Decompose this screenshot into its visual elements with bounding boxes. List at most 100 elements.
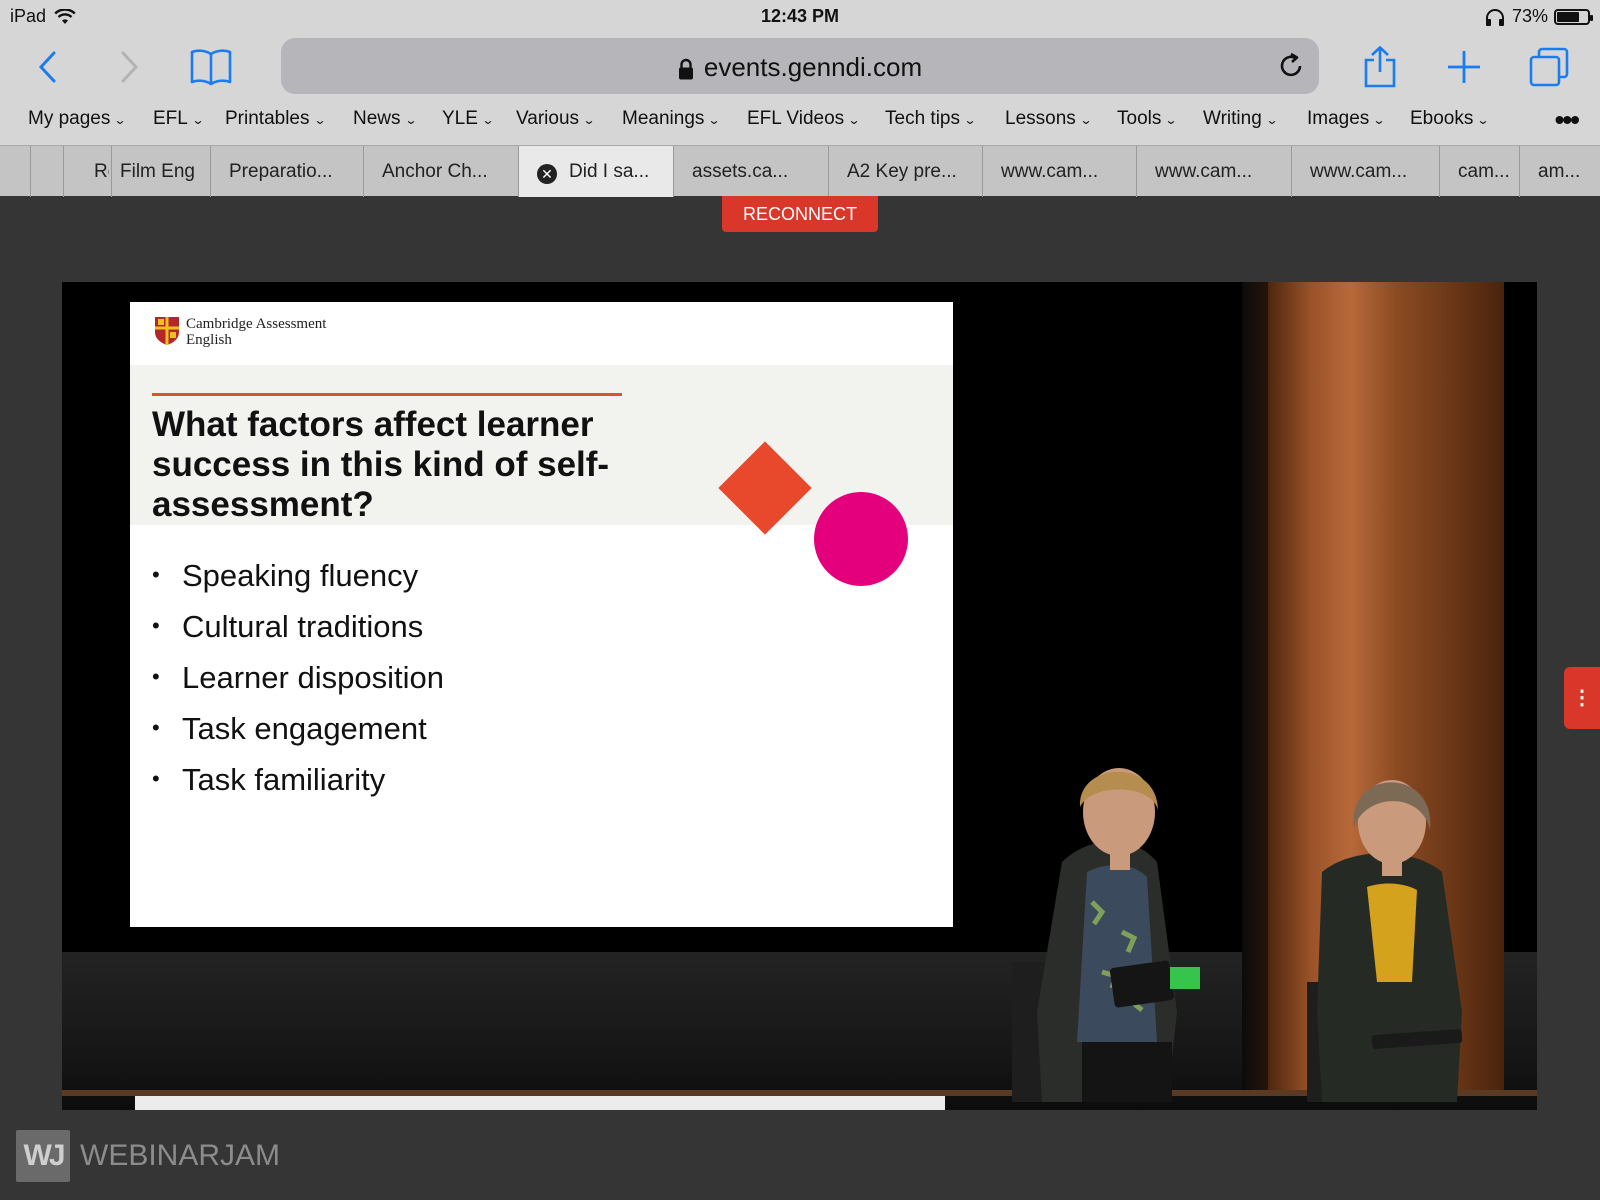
slide-bullet: • Task familiarity bbox=[152, 754, 444, 805]
chevron-down-icon: ⌄ bbox=[191, 113, 205, 127]
slide-bullet: • Cultural traditions bbox=[152, 601, 444, 652]
bookmark-yle[interactable]: YLE ⌄ bbox=[442, 108, 494, 130]
tab-label: A2 Key pre... bbox=[847, 161, 957, 182]
headphones-icon bbox=[1485, 8, 1504, 26]
bookmark-ebooks[interactable]: Ebooks ⌄ bbox=[1410, 108, 1490, 130]
tab-label: am... bbox=[1538, 161, 1581, 182]
more-bookmarks-icon[interactable]: ••• bbox=[1555, 104, 1580, 136]
tab-label: www.cam... bbox=[1155, 161, 1253, 182]
tab[interactable]: www.cam... bbox=[1136, 146, 1291, 197]
book-icon bbox=[190, 49, 232, 86]
bookmark-meanings[interactable]: Meanings ⌄ bbox=[622, 108, 721, 130]
bookmark-images[interactable]: Images ⌄ bbox=[1307, 108, 1386, 130]
tab-label: Anchor Ch... bbox=[382, 161, 488, 182]
wj-logo-mark: WJ bbox=[16, 1130, 70, 1182]
logo-line-1: Cambridge Assessment bbox=[186, 316, 327, 332]
reload-icon[interactable] bbox=[1277, 52, 1305, 80]
tabs-overview-button[interactable] bbox=[1521, 42, 1577, 92]
chevron-down-icon: ⌄ bbox=[847, 113, 861, 127]
bookmark-label: My pages bbox=[28, 108, 111, 129]
slide-bullet: • Speaking fluency bbox=[152, 550, 444, 601]
chevron-left-icon bbox=[38, 51, 56, 83]
bookmark-efl[interactable]: EFL ⌄ bbox=[153, 108, 205, 130]
bullet-text: Speaking fluency bbox=[182, 558, 419, 593]
bookmark-label: Various bbox=[516, 108, 580, 129]
tab[interactable]: www.cam... bbox=[982, 146, 1136, 197]
bookmark-writing[interactable]: Writing ⌄ bbox=[1203, 108, 1279, 130]
url-text: events.genndi.com bbox=[703, 52, 923, 82]
tab[interactable]: A2 Key pre... bbox=[828, 146, 982, 197]
bookmark-printables[interactable]: Printables ⌄ bbox=[225, 108, 327, 130]
browser-chrome: iPad 12:43 PM 73% events.genndi.com My p… bbox=[0, 0, 1600, 197]
cambridge-logo: Cambridge Assessment English bbox=[154, 316, 326, 348]
forward-button[interactable] bbox=[101, 42, 157, 92]
bookmark-my-pages[interactable]: My pages ⌄ bbox=[28, 108, 127, 130]
tab[interactable]: cam... bbox=[1439, 146, 1519, 197]
chevron-down-icon: ⌄ bbox=[1372, 113, 1386, 127]
tab-empty[interactable] bbox=[30, 146, 63, 197]
tab-label: www.cam... bbox=[1001, 161, 1099, 182]
slide-bullet: • Learner disposition bbox=[152, 652, 444, 703]
tab-active[interactable]: ✕ Did I sa... bbox=[518, 146, 673, 197]
back-button[interactable] bbox=[20, 42, 76, 92]
bookmark-tools[interactable]: Tools ⌄ bbox=[1117, 108, 1178, 130]
chevron-down-icon: ⌄ bbox=[113, 113, 127, 127]
bookmark-lessons[interactable]: Lessons ⌄ bbox=[1005, 108, 1093, 130]
new-tab-button[interactable] bbox=[1436, 42, 1492, 92]
bullet-text: Task engagement bbox=[182, 711, 427, 746]
bookmark-label: Lessons bbox=[1005, 108, 1076, 129]
bullet-text: Learner disposition bbox=[182, 660, 444, 695]
webinar-video[interactable]: Cambridge Assessment English What factor… bbox=[62, 282, 1537, 1110]
battery-level bbox=[1557, 11, 1579, 22]
tab[interactable]: Re bbox=[63, 146, 109, 197]
chevron-down-icon: ⌄ bbox=[582, 113, 596, 127]
tab[interactable]: assets.ca... bbox=[673, 146, 828, 197]
tab-label: Film Eng bbox=[120, 161, 195, 182]
bookmark-efl-videos[interactable]: EFL Videos ⌄ bbox=[747, 108, 861, 130]
side-menu-kebab-icon[interactable]: ⋮ bbox=[1564, 667, 1600, 729]
bookmarks-button[interactable] bbox=[183, 42, 239, 92]
address-bar[interactable]: events.genndi.com bbox=[281, 38, 1319, 94]
orange-diamond-shape bbox=[718, 441, 812, 535]
bullet-dot: • bbox=[152, 613, 160, 638]
chevron-down-icon: ⌄ bbox=[404, 113, 418, 127]
chevron-down-icon: ⌄ bbox=[707, 113, 721, 127]
chevron-down-icon: ⌄ bbox=[1164, 113, 1178, 127]
chevron-down-icon: ⌄ bbox=[1476, 113, 1490, 127]
bullet-dot: • bbox=[152, 664, 160, 689]
bookmark-news[interactable]: News ⌄ bbox=[353, 108, 418, 130]
chevron-down-icon: ⌄ bbox=[1079, 113, 1093, 127]
tab[interactable]: am... bbox=[1519, 146, 1600, 197]
bookmark-label: Tools bbox=[1117, 108, 1162, 129]
tab[interactable]: Anchor Ch... bbox=[363, 146, 518, 197]
magenta-circle-shape bbox=[814, 492, 908, 586]
tab[interactable]: Preparatio... bbox=[210, 146, 363, 197]
tabs-icon bbox=[1529, 47, 1569, 87]
slide-bullet-list: • Speaking fluency • Cultural traditions • Le… bbox=[152, 550, 444, 805]
bookmark-label: Writing bbox=[1203, 108, 1262, 129]
reconnect-button[interactable]: RECONNECT bbox=[722, 196, 878, 232]
slide-bullet: • Task engagement bbox=[152, 703, 444, 754]
close-tab-icon[interactable]: ✕ bbox=[537, 164, 557, 184]
bookmark-various[interactable]: Various ⌄ bbox=[516, 108, 596, 130]
chevron-down-icon: ⌄ bbox=[312, 113, 327, 127]
bookmark-label: News bbox=[353, 108, 401, 129]
webinarjam-wordmark: WEBINARJAM bbox=[80, 1139, 281, 1172]
bookmark-label: Printables bbox=[225, 108, 310, 129]
tab[interactable]: www.cam... bbox=[1291, 146, 1439, 197]
bullet-dot: • bbox=[152, 766, 160, 791]
webinarjam-logo: WJ WEBINARJAM bbox=[16, 1130, 280, 1182]
bookmark-tech-tips[interactable]: Tech tips ⌄ bbox=[885, 108, 977, 130]
chevron-down-icon: ⌄ bbox=[1265, 113, 1279, 127]
bullet-dot: • bbox=[152, 715, 160, 740]
battery-icon bbox=[1554, 8, 1593, 25]
tab[interactable]: Film Eng bbox=[111, 146, 210, 197]
stage-light-strip bbox=[135, 1096, 945, 1110]
bookmark-label: YLE bbox=[442, 108, 478, 129]
bookmark-label: Tech tips bbox=[885, 108, 960, 129]
title-rule bbox=[152, 393, 622, 396]
status-time: 12:43 PM bbox=[760, 6, 840, 26]
share-button[interactable] bbox=[1352, 42, 1408, 92]
status-bar: iPad 12:43 PM 73% bbox=[0, 0, 1600, 32]
tab-label: Did I sa... bbox=[569, 161, 650, 182]
